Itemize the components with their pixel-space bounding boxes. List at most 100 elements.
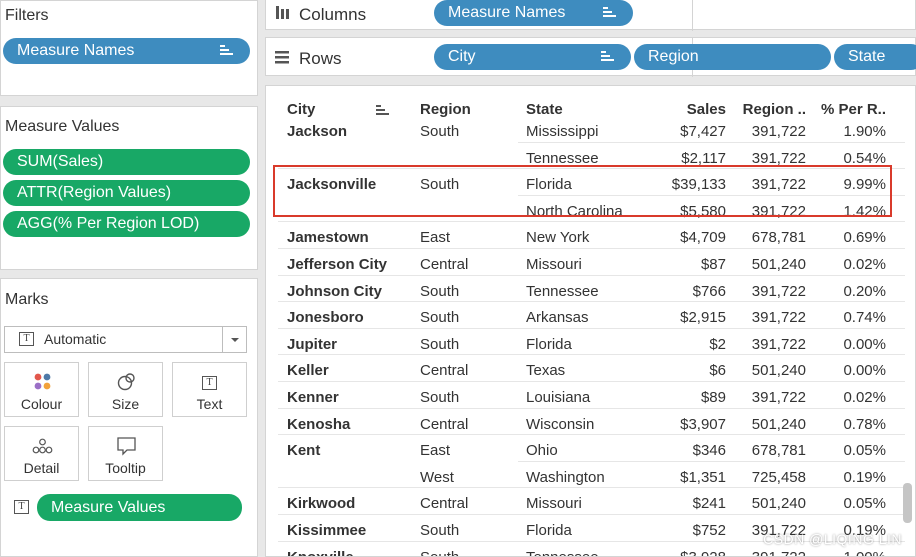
- shelf-divider: [692, 0, 693, 31]
- row-separator: [278, 407, 905, 409]
- rows-pill-region[interactable]: Region: [634, 44, 831, 70]
- cell-city: Johnson City: [287, 282, 383, 300]
- cell-region-values: 391,722: [751, 309, 806, 327]
- cell-region: South: [420, 123, 460, 140]
- row-separator: [278, 301, 905, 303]
- detail-button[interactable]: Detail: [4, 426, 79, 481]
- cell-state: Tennessee: [526, 549, 646, 556]
- cell-state: Tennessee: [526, 282, 599, 300]
- cell-city: Jamestown: [287, 229, 369, 247]
- cell-region-values: 725,458: [751, 468, 806, 486]
- measure-pill-sum-sales[interactable]: SUM(Sales): [3, 149, 250, 175]
- header-state[interactable]: State: [526, 101, 563, 118]
- cell-state: Florida: [526, 522, 572, 539]
- cell-region: South: [420, 309, 460, 327]
- header-region[interactable]: Region: [420, 101, 471, 118]
- text-pill-measure-values[interactable]: Measure Values: [37, 494, 242, 521]
- cell-region: Central: [420, 362, 469, 380]
- cell-sales: $752: [692, 522, 726, 539]
- cell-region: South: [420, 335, 460, 353]
- cell-per-region: 1.00%: [806, 549, 886, 556]
- detail-icon: [32, 438, 53, 454]
- measure-pill-agg-per-region[interactable]: AGG(% Per Region LOD): [3, 211, 250, 237]
- cell-per-region: 0.69%: [843, 229, 886, 247]
- sort-icon: [601, 51, 615, 63]
- cell-sales: $1,351: [680, 468, 726, 486]
- cell-region: East: [420, 229, 451, 247]
- cell-region: South: [420, 549, 520, 556]
- header-sales[interactable]: Sales: [646, 101, 726, 118]
- text-mark-icon: T: [19, 332, 34, 346]
- cell-per-region: 0.05%: [843, 495, 886, 513]
- cell-state: Arkansas: [526, 309, 589, 327]
- cell-state: Wisconsin: [526, 415, 595, 433]
- cell-state: Missouri: [526, 495, 582, 513]
- detail-label: Detail: [23, 460, 60, 476]
- cell-city: Jupiter: [287, 335, 338, 353]
- cell-state: New York: [526, 229, 590, 247]
- row-separator: [278, 274, 905, 276]
- cell-state: Texas: [526, 362, 566, 380]
- text-button[interactable]: T Text: [172, 362, 247, 417]
- cell-city: Kenosha: [287, 415, 351, 433]
- colour-button[interactable]: Colour: [4, 362, 79, 417]
- cell-sales: $3,907: [680, 415, 726, 433]
- row-separator: [518, 141, 905, 143]
- cell-region-values: 391,722: [751, 335, 806, 353]
- header-per-region[interactable]: % Per R..: [806, 101, 886, 118]
- chevron-down-icon: [231, 338, 239, 342]
- cell-per-region: 0.02%: [843, 256, 886, 273]
- sort-icon: [603, 7, 617, 19]
- size-button[interactable]: Size: [88, 362, 163, 417]
- cell-per-region: 0.20%: [843, 282, 886, 300]
- cell-city: Knoxville: [287, 549, 417, 556]
- measure-pill-attr-region-values[interactable]: ATTR(Region Values): [3, 180, 250, 206]
- mark-type-dropdown[interactable]: T Automatic: [4, 326, 247, 353]
- filters-card: Filters Measure Names: [0, 0, 258, 96]
- cell-per-region: 0.00%: [843, 335, 886, 353]
- rows-icon: [275, 51, 289, 64]
- cell-region-values: 501,240: [751, 362, 806, 380]
- cell-city: Jonesboro: [287, 309, 364, 327]
- columns-pill-label: Measure Names: [448, 4, 566, 21]
- cell-region-values: 501,240: [751, 495, 806, 513]
- row-separator: [278, 221, 905, 223]
- marks-title: Marks: [5, 291, 49, 308]
- viz-table: City Region State Sales Region .. % Per …: [265, 85, 916, 557]
- cell-region-values: 678,781: [751, 442, 806, 460]
- tooltip-label: Tooltip: [105, 460, 146, 476]
- columns-icon: [276, 6, 289, 19]
- row-separator: [278, 381, 905, 382]
- tooltip-icon: [117, 437, 136, 456]
- sort-icon: [220, 45, 234, 57]
- cell-region: South: [420, 389, 460, 406]
- cell-state: Missouri: [526, 256, 582, 273]
- dropdown-toggle[interactable]: [222, 327, 246, 352]
- header-region-values[interactable]: Region ..: [726, 101, 806, 118]
- cell-region-values: 391,722: [751, 389, 806, 406]
- columns-shelf: Columns Measure Names: [265, 0, 916, 31]
- mark-type-value: Automatic: [44, 331, 107, 347]
- cell-region-values: 678,781: [751, 229, 806, 247]
- rows-pill-state[interactable]: State: [834, 44, 916, 70]
- cell-region: Central: [420, 495, 469, 513]
- rows-label: Rows: [299, 49, 342, 68]
- colour-label: Colour: [20, 396, 63, 412]
- header-city[interactable]: City: [287, 101, 315, 118]
- cell-state: Florida: [526, 335, 572, 353]
- filter-pill-label: Measure Names: [17, 42, 135, 59]
- cell-region: West: [420, 468, 454, 486]
- rows-pill-city[interactable]: City: [434, 44, 631, 70]
- cell-region: Central: [420, 256, 469, 273]
- text-encoding-icon: T: [14, 500, 29, 514]
- filter-pill-measure-names[interactable]: Measure Names: [3, 38, 250, 64]
- row-separator: [278, 248, 905, 249]
- scrollbar-thumb[interactable]: [903, 483, 912, 523]
- sort-icon[interactable]: [376, 105, 390, 117]
- columns-pill-measure-names[interactable]: Measure Names: [434, 0, 633, 26]
- cell-city: Jefferson City: [287, 256, 388, 273]
- size-label: Size: [111, 396, 140, 412]
- cell-sales: $89: [700, 389, 726, 406]
- cell-per-region: 0.00%: [843, 362, 886, 380]
- tooltip-button[interactable]: Tooltip: [88, 426, 163, 481]
